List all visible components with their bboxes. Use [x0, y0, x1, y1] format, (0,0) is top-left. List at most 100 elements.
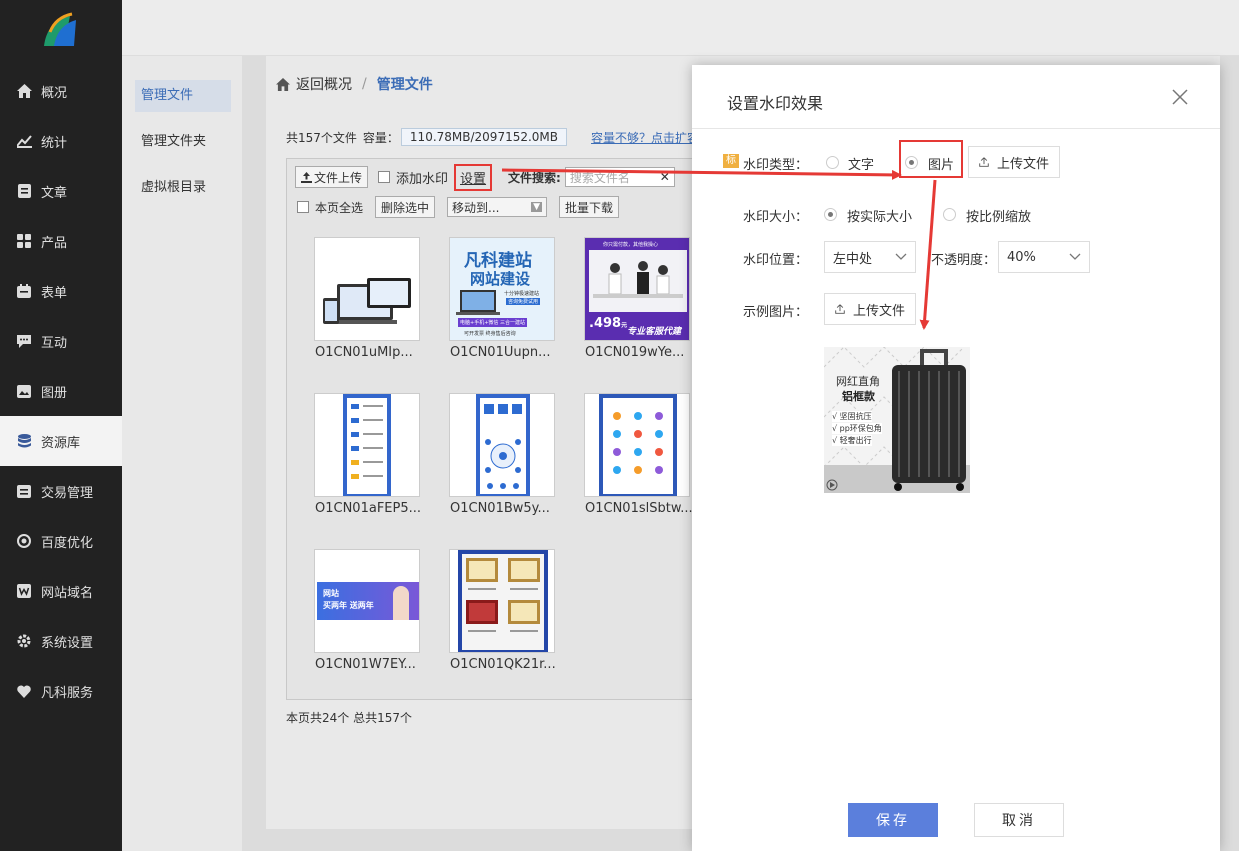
- file-name: O1CN01aFEP5...: [315, 501, 422, 516]
- nav-label: 概况: [41, 85, 68, 101]
- nav-item-form[interactable]: 表单: [0, 266, 122, 316]
- people-image: [593, 261, 683, 298]
- upload-watermark-button[interactable]: 上传文件: [968, 146, 1060, 178]
- watermark-position-label: 水印位置：: [743, 253, 809, 268]
- site-ad-subtitle: 网站建设: [470, 270, 531, 288]
- nav-item-product[interactable]: 产品: [0, 216, 122, 266]
- chevron-down-icon: ▼: [531, 202, 543, 212]
- sample-text2: 铝框款: [842, 390, 875, 403]
- nav-item-domain[interactable]: 网站域名: [0, 566, 122, 616]
- certificates-image: [458, 550, 548, 652]
- close-icon[interactable]: [1170, 87, 1190, 107]
- search-input[interactable]: 搜索文件名 ✕: [564, 167, 675, 187]
- site-ad-bottom: 可开发票 终身售后咨询: [464, 331, 516, 337]
- position-select[interactable]: 左中处: [824, 241, 916, 273]
- nav-label: 文章: [41, 185, 68, 201]
- watermark-settings-dialog: 设置水印效果 标 水印类型： 文字 图片 上传文件 水印大小： 按实际大小 按比…: [692, 65, 1220, 851]
- file-thumb[interactable]: [449, 393, 555, 497]
- file-thumb[interactable]: [584, 393, 690, 497]
- nav-item-trade[interactable]: 交易管理: [0, 466, 122, 516]
- site-ad-note: 十分钟极速建站: [504, 291, 540, 297]
- file-thumb[interactable]: 凡科建站 网站建设 十分钟极速建站 咨询免费试用 电脑+手机+微信 三合一建站 …: [449, 237, 555, 341]
- cancel-button[interactable]: 取消: [974, 803, 1064, 837]
- settings-label: 设置: [460, 171, 487, 187]
- file-thumb[interactable]: [314, 393, 420, 497]
- upload-file-button[interactable]: 文件上传: [295, 166, 369, 188]
- top-header: [122, 0, 1239, 56]
- sample-image-label: 示例图片：: [743, 305, 809, 320]
- clear-icon[interactable]: ✕: [660, 170, 670, 184]
- nav-item-service[interactable]: 凡科服务: [0, 666, 122, 716]
- nav-item-resource[interactable]: 资源库: [0, 416, 122, 466]
- nav-label: 互动: [41, 335, 68, 351]
- select-all-label: 本页全选: [315, 200, 364, 215]
- breadcrumb-back-link[interactable]: 返回概况: [296, 74, 352, 94]
- service-price: .498: [589, 316, 622, 331]
- service-ad-image: 你只需付款，其他我操心 .498元 专业客服代建: [585, 238, 689, 340]
- subnav-item-manage-folders[interactable]: 管理文件夹: [135, 126, 231, 158]
- subnav-item-virtual-root[interactable]: 虚拟根目录: [135, 172, 231, 204]
- highlight-frame: [899, 140, 963, 178]
- file-name: O1CN01Uupn...: [450, 345, 551, 360]
- watermark-settings-link[interactable]: 设置: [454, 163, 493, 191]
- capacity-value: 110.78MB/2097152.0MB: [400, 128, 568, 146]
- diagram-image: [476, 394, 530, 496]
- position-value: 左中处: [833, 251, 873, 267]
- seo-icon: [16, 533, 32, 549]
- image-icon: [16, 383, 32, 399]
- nav-label: 交易管理: [41, 485, 94, 501]
- subnav-item-manage-files[interactable]: 管理文件: [135, 80, 231, 112]
- file-thumb[interactable]: [314, 237, 420, 341]
- chart-icon: [16, 133, 32, 149]
- banner-text2: 买两年 送两年: [323, 601, 374, 610]
- nav-label: 网站域名: [41, 585, 94, 601]
- sample-feature2: √ pp环保包角: [832, 423, 882, 434]
- site-ad-bar: 电脑+手机+微信 三合一建站: [458, 318, 527, 327]
- nav-item-overview[interactable]: 概况: [0, 66, 122, 116]
- nav-item-article[interactable]: 文章: [0, 166, 122, 216]
- size-actual-label: 按实际大小: [847, 210, 913, 225]
- nav-item-seo[interactable]: 百度优化: [0, 516, 122, 566]
- upload-icon: [301, 171, 312, 183]
- chevron-down-icon: [895, 253, 907, 260]
- upload-sample-button[interactable]: 上传文件: [824, 293, 916, 325]
- nav-item-interaction[interactable]: 互动: [0, 316, 122, 366]
- chevron-down-icon: [1069, 253, 1081, 260]
- opacity-select[interactable]: 40%: [998, 241, 1090, 273]
- file-thumb[interactable]: 你只需付款，其他我操心 .498元 专业客服代建: [584, 237, 690, 341]
- size-ratio-radio[interactable]: [943, 208, 956, 221]
- delete-selected-button[interactable]: 删除选中: [375, 196, 436, 218]
- nav-item-gallery[interactable]: 图册: [0, 366, 122, 416]
- save-button[interactable]: 保存: [848, 803, 938, 837]
- nav-label: 产品: [41, 235, 68, 251]
- size-actual-radio[interactable]: [824, 208, 837, 221]
- chat-icon: [16, 333, 32, 349]
- service-ad-top: 你只需付款，其他我操心: [603, 242, 659, 248]
- sample-preview: 网红直角 铝框款 √ 坚固抗压 √ pp环保包角 √ 轻奢出行: [824, 347, 970, 493]
- nav-label: 凡科服务: [41, 685, 94, 701]
- nav-item-stats[interactable]: 统计: [0, 116, 122, 166]
- add-watermark-checkbox[interactable]: [378, 171, 391, 183]
- size-ratio-label: 按比例缩放: [966, 210, 1032, 225]
- file-name: O1CN019wYe...: [585, 345, 685, 360]
- move-to-select[interactable]: 移动到... ▼: [447, 197, 548, 217]
- type-text-radio[interactable]: [826, 156, 839, 169]
- search-placeholder: 搜索文件名: [569, 170, 630, 185]
- nav-label: 百度优化: [41, 535, 94, 551]
- banner-image: 网站 买两年 送两年: [317, 582, 419, 620]
- file-thumb[interactable]: [449, 549, 555, 653]
- watermark-type-label: 水印类型：: [743, 158, 809, 173]
- opacity-label: 不透明度：: [931, 253, 997, 268]
- banner-text1: 网站: [323, 589, 339, 598]
- select-all-checkbox[interactable]: [297, 201, 309, 213]
- icons-image: [599, 394, 677, 496]
- gear-icon: [16, 633, 32, 649]
- expand-capacity-link[interactable]: 容量不够？点击扩容: [591, 129, 699, 146]
- nav-item-settings[interactable]: 系统设置: [0, 616, 122, 666]
- batch-download-button[interactable]: 批量下载: [559, 196, 620, 218]
- heart-icon: [16, 683, 32, 699]
- main-sidebar: 概况 统计 文章 产品 表单 互动 图册 资源库 交易管理 百度优化 网站域名: [0, 0, 122, 851]
- breadcrumb: 返回概况 / 管理文件: [276, 74, 433, 94]
- file-thumb[interactable]: 网站 买两年 送两年: [314, 549, 420, 653]
- home-icon: [276, 77, 290, 91]
